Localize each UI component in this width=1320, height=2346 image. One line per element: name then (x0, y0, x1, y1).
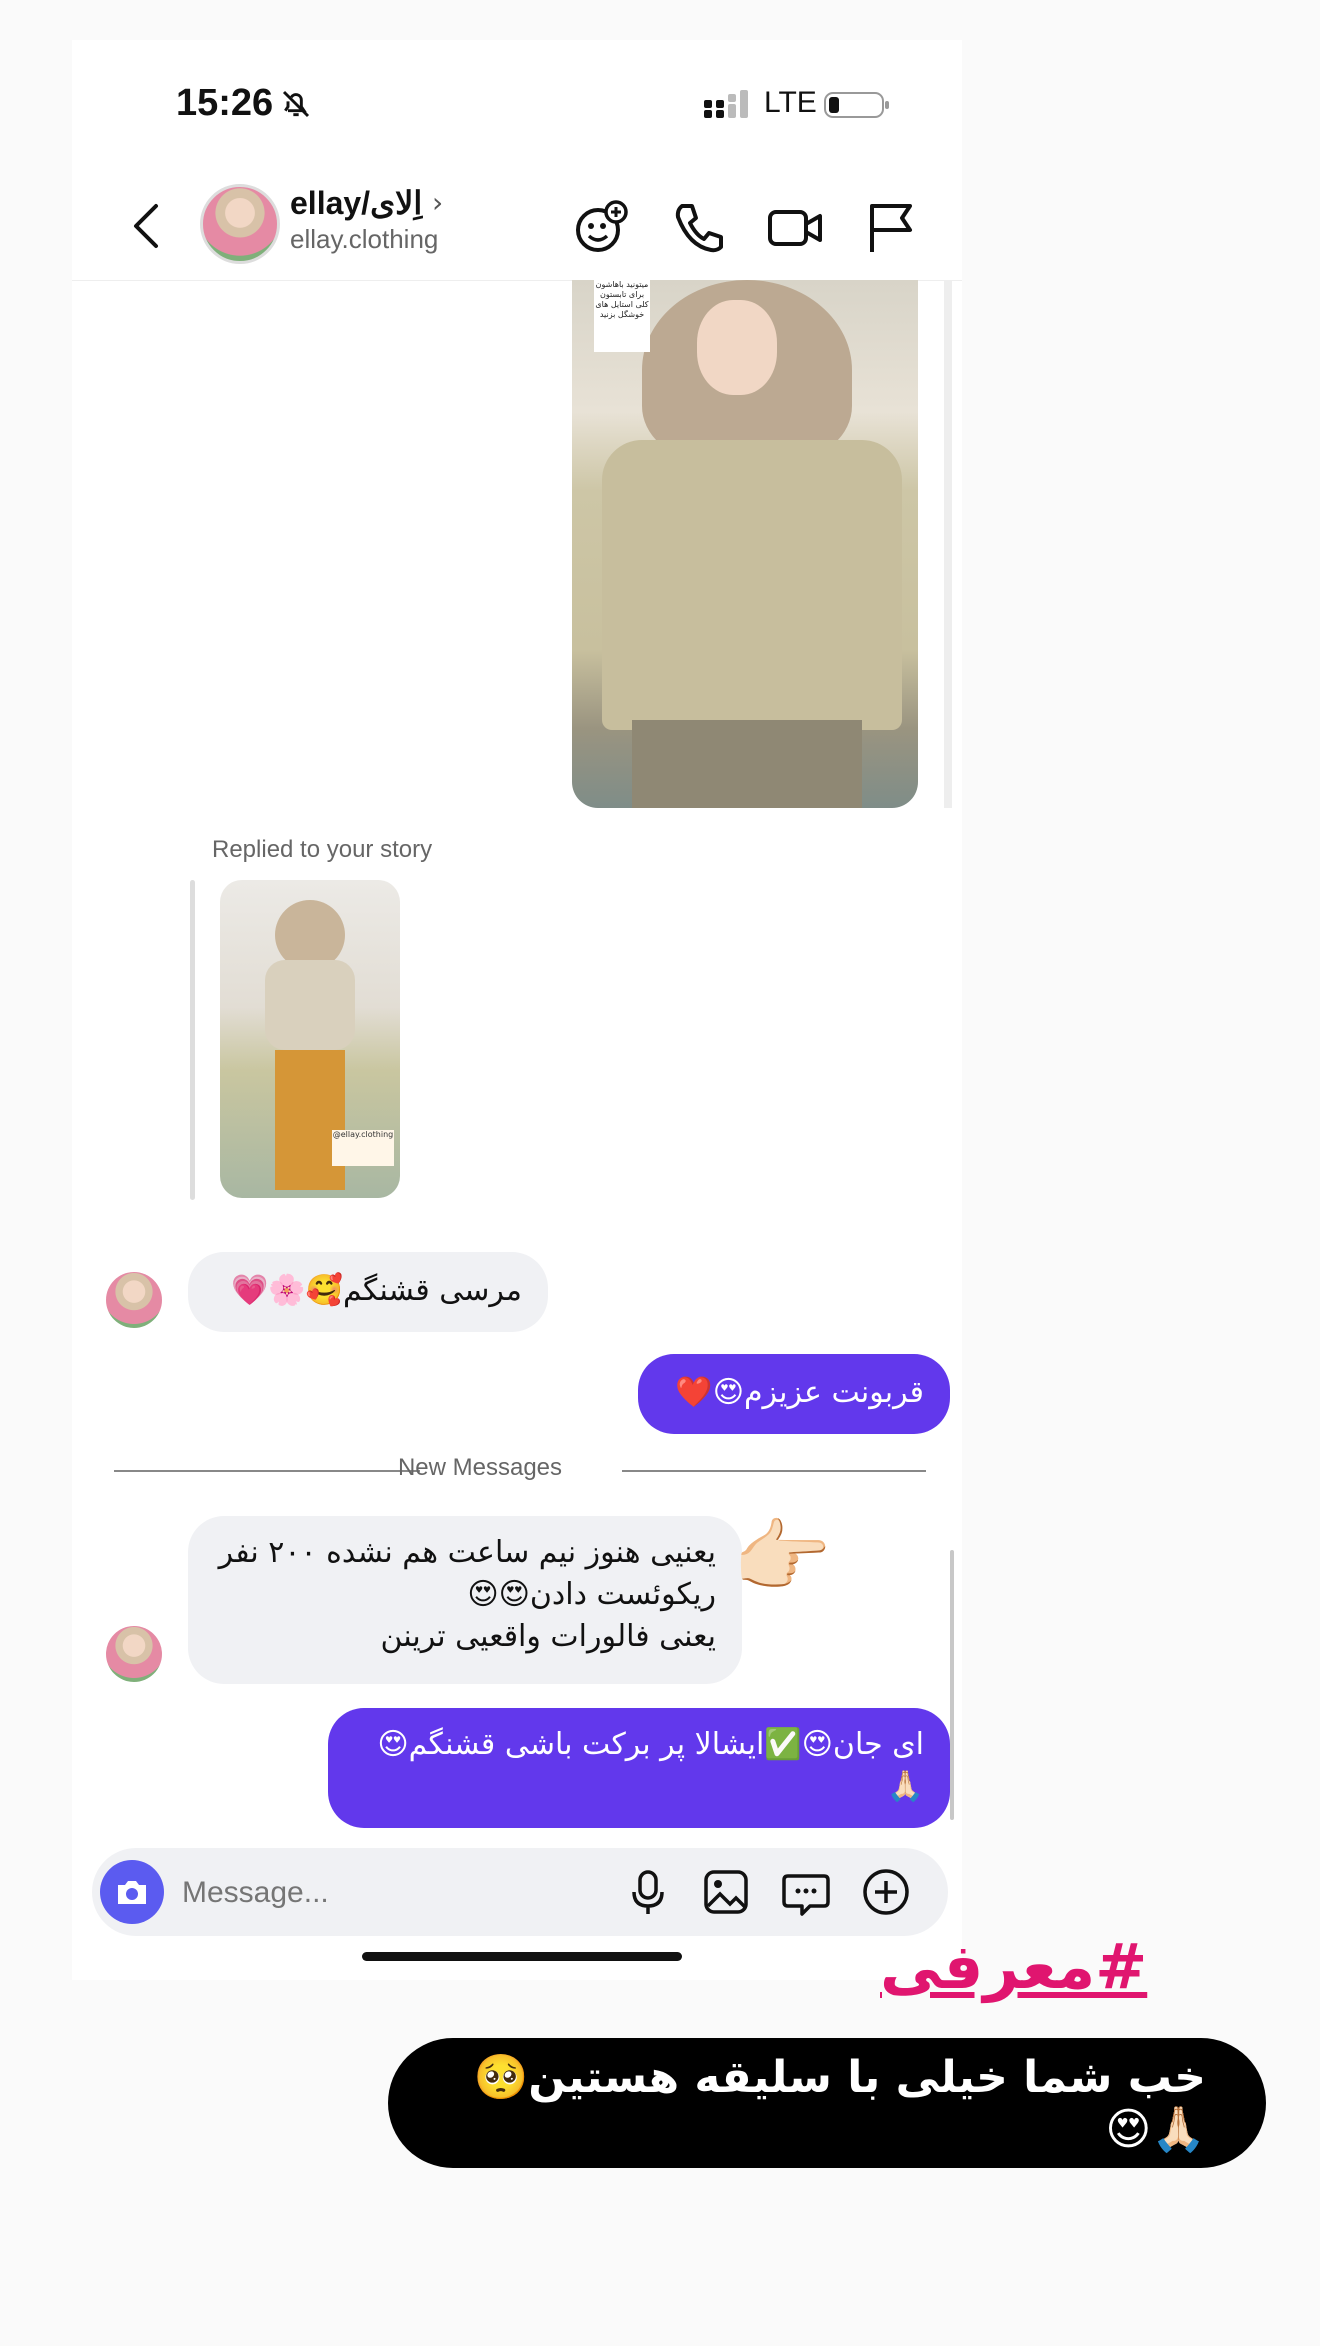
gallery-icon[interactable] (700, 1866, 752, 1918)
story-text-tag: میتونید باهاشون برای تابستون کلی استایل … (594, 280, 650, 352)
message-bubble-outgoing[interactable]: قربونت عزیزم😍❤️ (638, 1354, 950, 1434)
sender-avatar[interactable] (106, 1626, 162, 1682)
thumb-pants-shape (275, 1050, 345, 1190)
story-shirt-shape (602, 440, 902, 730)
chat-screen: 15:26 LTE ellay/اِلای › ellay.clothing م… (72, 40, 962, 1980)
story-face-shape (697, 300, 777, 395)
add-people-icon[interactable] (572, 198, 630, 256)
story-reply-rail (944, 280, 952, 808)
bell-off-icon (282, 90, 310, 118)
message-text: مرسی قشنگم🥰🌸💗 (230, 1273, 522, 1308)
message-bubble-outgoing[interactable]: ای جان😍✅ایشالا پر برکت باشی قشنگم😍 🙏🏻 (328, 1708, 950, 1828)
shared-story-image[interactable]: میتونید باهاشون برای تابستون کلی استایل … (572, 280, 918, 808)
camera-button[interactable] (100, 1860, 164, 1924)
signal-icon (704, 90, 748, 118)
sticker-icon[interactable] (780, 1866, 832, 1918)
home-indicator (362, 1952, 682, 1961)
message-input[interactable] (180, 1868, 564, 1918)
message-bubble-incoming[interactable]: یعنیی هنوز نیم ساعت هم نشده ۲۰۰ نفر ریکو… (188, 1516, 742, 1684)
message-text-line: یعنیی هنوز نیم ساعت هم نشده ۲۰۰ نفر (218, 1535, 716, 1570)
reply-indicator-bar (190, 880, 195, 1200)
pointing-hand-sticker: 👉🏻 (732, 1510, 832, 1603)
video-call-icon[interactable] (766, 198, 824, 256)
profile-avatar[interactable] (200, 184, 280, 264)
flag-icon[interactable] (862, 198, 920, 256)
caption-pill: خب شما خیلی با سلیقه هستین🥺🙏🏻😍 (388, 2038, 1266, 2168)
back-button[interactable] (120, 198, 170, 254)
sender-avatar[interactable] (106, 1272, 162, 1328)
thumb-label: @ellay.clothing (332, 1130, 394, 1166)
add-icon[interactable] (860, 1866, 912, 1918)
chat-header: ellay/اِلای › ellay.clothing (72, 170, 962, 281)
hashtag-text: #معرفی (880, 1930, 1148, 2003)
divider-line-right (622, 1470, 926, 1472)
phone-icon[interactable] (668, 198, 726, 256)
message-composer (92, 1848, 948, 1936)
caption-text: خب شما خیلی با سلیقه هستین🥺🙏🏻😍 (473, 2052, 1207, 2155)
replied-to-story-label: Replied to your story (212, 836, 433, 863)
message-text-line: ریکوئست دادن😍😍 (467, 1577, 716, 1612)
message-text-line: یعنی فالورات واقعیی ترینن (380, 1619, 716, 1654)
thumb-body-shape (265, 960, 355, 1050)
message-text-line: ای جان😍✅ایشالا پر برکت باشی قشنگم😍 (377, 1727, 924, 1762)
contact-name[interactable]: ellay/اِلای (290, 184, 422, 222)
story-thumbnail[interactable]: @ellay.clothing (220, 880, 400, 1198)
message-bubble-incoming[interactable]: مرسی قشنگم🥰🌸💗 (188, 1252, 548, 1332)
battery-icon (824, 92, 889, 118)
status-time: 15:26 (176, 82, 274, 124)
microphone-icon[interactable] (622, 1866, 674, 1918)
chevron-right-icon: › (432, 186, 444, 219)
story-pants-shape (632, 720, 862, 808)
chat-scrollbar[interactable] (950, 1550, 954, 1820)
message-text-line: 🙏🏻 (886, 1769, 924, 1804)
contact-username[interactable]: ellay.clothing (290, 224, 438, 255)
new-messages-label: New Messages (397, 1454, 563, 1481)
message-text: قربونت عزیزم😍❤️ (675, 1375, 924, 1410)
network-type: LTE (764, 86, 817, 119)
camera-icon (118, 1881, 146, 1904)
